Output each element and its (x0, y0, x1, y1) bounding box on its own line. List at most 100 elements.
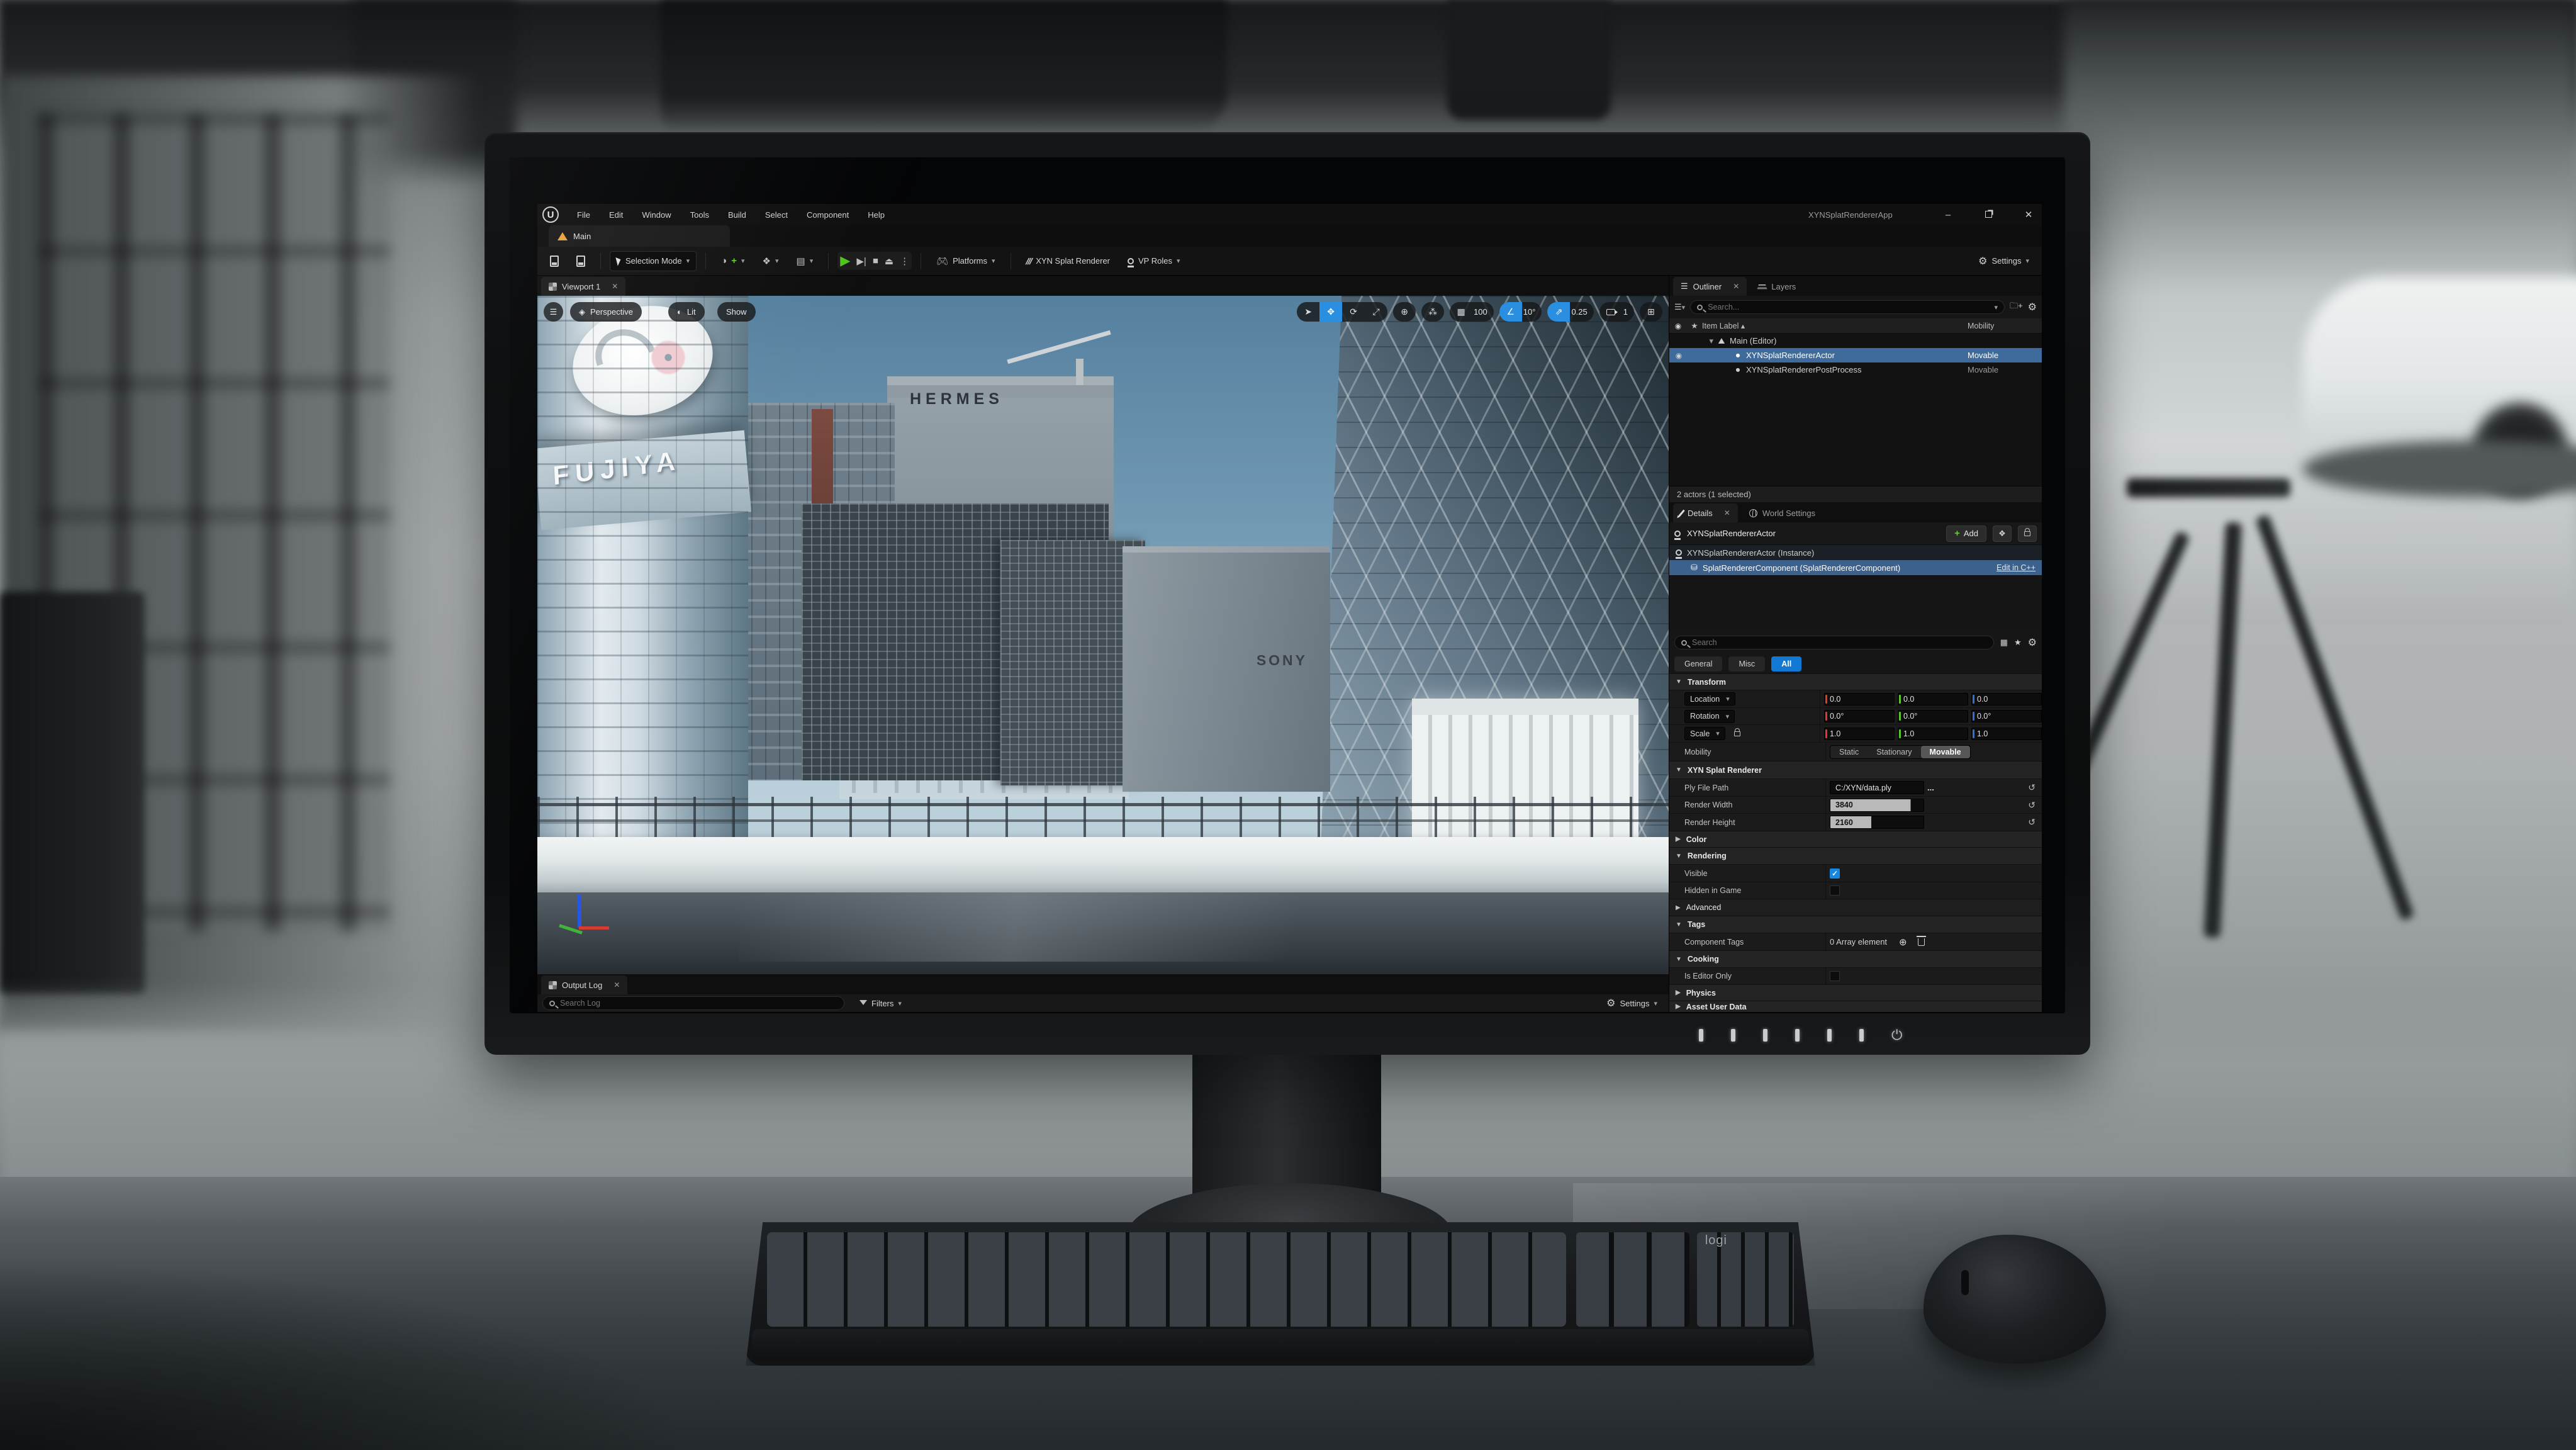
angle-snap-value[interactable]: 10° (1522, 307, 1542, 317)
browse-content-button[interactable] (570, 251, 591, 271)
blueprints-dropdown[interactable]: ❖▾ (756, 251, 785, 271)
outliner-search-input[interactable] (1708, 303, 1989, 312)
close-icon[interactable]: ✕ (1724, 509, 1730, 517)
minimize-button[interactable]: – (1939, 210, 1957, 220)
grid-snap-icon[interactable]: ▦ (1450, 302, 1472, 322)
rotation-dropdown[interactable]: Rotation▾ (1684, 710, 1735, 723)
mobility-static-option[interactable]: Static (1830, 746, 1868, 758)
visibility-column-icon[interactable]: ◉ (1669, 322, 1687, 330)
is-editor-only-checkbox[interactable] (1830, 971, 1840, 981)
new-folder-button[interactable]: 🗀︎+ (2010, 300, 2023, 314)
browse-file-button[interactable]: ... (1927, 783, 1934, 792)
outliner-search-box[interactable]: ▾ (1690, 300, 2005, 314)
section-color[interactable]: ▶ Color (1669, 831, 2042, 847)
move-tool-button[interactable]: ✥ (1319, 302, 1342, 322)
outliner-empty-space[interactable] (1669, 377, 2042, 486)
hidden-in-game-checkbox[interactable] (1830, 885, 1840, 896)
selection-mode-dropdown[interactable]: Selection Mode ▾ (610, 251, 697, 271)
component-row-instance[interactable]: XYNSplatRendererActor (Instance) (1669, 545, 2042, 560)
filter-tab-all[interactable]: All (1771, 656, 1801, 672)
viewport-options-menu[interactable]: ☰ (544, 302, 563, 322)
rotate-tool-button[interactable]: ⟳ (1342, 302, 1365, 322)
menu-select[interactable]: Select (756, 204, 797, 225)
scale-snap-value[interactable]: 0.25 (1570, 307, 1593, 317)
angle-snap-icon[interactable]: ∠ (1499, 302, 1522, 322)
stop-button[interactable]: ■ (873, 256, 878, 266)
close-icon[interactable]: ✕ (613, 981, 620, 989)
grid-snap-value[interactable]: 100 (1472, 307, 1494, 317)
scale-x-field[interactable]: 1.0 (1824, 728, 1895, 740)
reset-to-default-icon[interactable]: ↺ (2028, 782, 2036, 793)
section-asset-user-data[interactable]: ▶ Asset User Data (1669, 1001, 2042, 1012)
section-tags[interactable]: ▼ Tags (1669, 916, 2042, 933)
maximize-viewport-button[interactable]: ⊞ (1640, 302, 1662, 322)
scale-tool-button[interactable]: ⤢ (1365, 302, 1387, 322)
eject-button[interactable]: ⏏ (885, 256, 893, 267)
location-x-field[interactable]: 0.0 (1824, 693, 1895, 705)
location-y-field[interactable]: 0.0 (1898, 693, 1968, 705)
play-options-button[interactable]: ⋮ (900, 256, 909, 267)
play-button[interactable]: ▶ (840, 253, 850, 269)
rotation-x-field[interactable]: 0.0° (1824, 710, 1895, 722)
add-array-element-icon[interactable]: ⊕ (1899, 936, 1907, 948)
section-cooking[interactable]: ▼ Cooking (1669, 950, 2042, 967)
toolbar-settings-dropdown[interactable]: ⚙Settings▾ (1972, 251, 2036, 271)
camera-speed-value[interactable]: 1 (1622, 307, 1634, 317)
close-icon[interactable]: ✕ (612, 282, 618, 291)
ply-file-path-input[interactable] (1830, 781, 1924, 794)
platforms-dropdown[interactable]: 🎮︎Platforms▾ (930, 251, 1001, 271)
save-button[interactable] (544, 251, 565, 271)
menu-tools[interactable]: Tools (681, 204, 719, 225)
menu-file[interactable]: File (568, 204, 600, 225)
section-physics[interactable]: ▶ Physics (1669, 984, 2042, 1001)
component-row-splat-renderer[interactable]: ⛁︎ SplatRendererComponent (SplatRenderer… (1669, 560, 2042, 575)
section-xyn-splat-renderer[interactable]: ▼ XYN Splat Renderer (1669, 761, 2042, 778)
lit-dropdown[interactable]: ◐ Lit (668, 302, 705, 322)
outliner-settings-button[interactable]: ⚙ (2028, 301, 2037, 313)
scale-snap-icon[interactable]: ⇗ (1547, 302, 1570, 322)
unreal-logo-icon[interactable]: U (542, 206, 559, 223)
close-icon[interactable]: ✕ (1733, 282, 1739, 291)
rotation-y-field[interactable]: 0.0° (1898, 710, 1968, 722)
viewport-3d-scene[interactable]: HERMES SONY (537, 296, 1669, 974)
filter-tab-general[interactable]: General (1674, 656, 1722, 672)
tab-details[interactable]: Details ✕ (1673, 503, 1738, 522)
scale-dropdown[interactable]: Scale▾ (1684, 727, 1725, 740)
add-component-button[interactable]: + Add (1946, 525, 1986, 542)
reset-to-default-icon[interactable]: ↺ (2028, 800, 2036, 811)
log-filters-dropdown[interactable]: Filters ▾ (853, 996, 908, 1011)
menu-build[interactable]: Build (719, 204, 756, 225)
close-button[interactable]: ✕ (2019, 209, 2038, 220)
details-search-input[interactable] (1692, 638, 1987, 647)
scale-z-field[interactable]: 1.0 (1971, 728, 2042, 740)
tab-world-settings[interactable]: World Settings (1742, 503, 1823, 522)
menu-window[interactable]: Window (632, 204, 680, 225)
filter-tab-misc[interactable]: Misc (1728, 656, 1765, 672)
show-dropdown[interactable]: Show (717, 302, 756, 322)
restore-button[interactable] (1979, 210, 1998, 220)
tab-main-level[interactable]: Main (549, 225, 730, 247)
mobility-movable-option[interactable]: Movable (1921, 746, 1970, 758)
menu-component[interactable]: Component (797, 204, 858, 225)
perspective-dropdown[interactable]: ◈ Perspective (570, 302, 642, 322)
visible-checkbox[interactable]: ✓ (1830, 868, 1840, 879)
section-advanced[interactable]: ▶ Advanced (1669, 899, 2042, 916)
skip-button[interactable]: ▶| (856, 256, 866, 267)
add-actor-dropdown[interactable]: ◑+▾ (715, 251, 751, 271)
tab-outliner[interactable]: ☰ Outliner ✕ (1673, 277, 1747, 296)
cinematics-dropdown[interactable]: ▤▾ (790, 251, 820, 271)
vp-roles-dropdown[interactable]: VP Roles▾ (1121, 251, 1187, 271)
tree-row-splat-renderer-actor[interactable]: ◉ ⏺︎ XYNSplatRendererActor Movable (1669, 348, 2042, 362)
scale-lock-icon[interactable] (1734, 731, 1740, 736)
select-tool-button[interactable]: ➤ (1297, 302, 1319, 322)
reset-to-default-icon[interactable]: ↺ (2028, 817, 2036, 828)
world-space-button[interactable]: ⊕ (1393, 302, 1416, 322)
blueprint-convert-button[interactable]: ❖ (1993, 525, 2012, 542)
log-search-input[interactable] (560, 999, 837, 1008)
camera-icon[interactable] (1599, 302, 1622, 322)
lock-button[interactable] (2018, 525, 2037, 542)
tab-layers[interactable]: Layers (1750, 277, 1803, 296)
tab-viewport-1[interactable]: Viewport 1 ✕ (541, 277, 625, 296)
rotation-z-field[interactable]: 0.0° (1971, 710, 2042, 722)
location-z-field[interactable]: 0.0 (1971, 693, 2042, 705)
